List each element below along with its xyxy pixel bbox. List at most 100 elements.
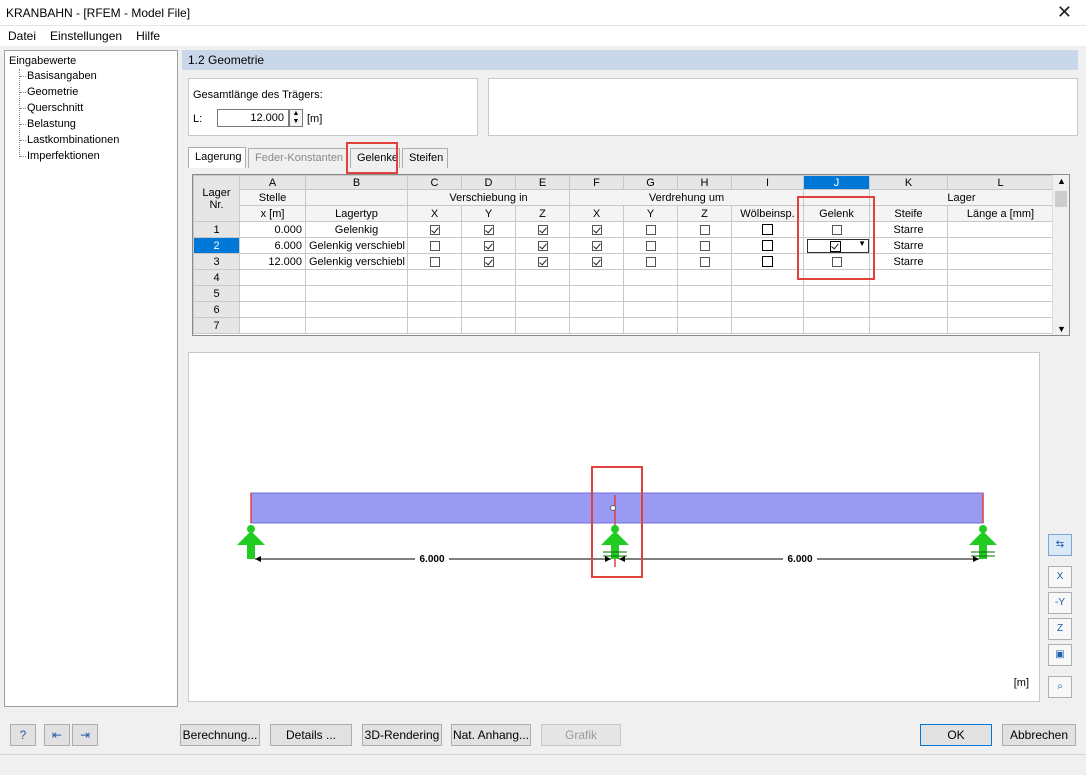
- cell-stelle[interactable]: 0.000: [239, 221, 306, 238]
- close-icon[interactable]: ✕: [1057, 2, 1072, 23]
- cell-rz[interactable]: [677, 237, 732, 254]
- cell-laenge[interactable]: [947, 221, 1054, 238]
- nav-item-basisangaben[interactable]: Basisangaben: [27, 70, 97, 82]
- cell-woelb[interactable]: [731, 221, 804, 238]
- cell-steife[interactable]: Starre: [869, 253, 948, 270]
- cell-ry[interactable]: [623, 285, 678, 302]
- cell-vy[interactable]: [461, 221, 516, 238]
- col-letter[interactable]: C: [407, 175, 462, 190]
- cell-vz[interactable]: [515, 285, 570, 302]
- cell-rx[interactable]: [569, 269, 624, 286]
- cell-lagertyp[interactable]: [305, 317, 408, 334]
- cell-rz[interactable]: [677, 317, 732, 334]
- ok-button[interactable]: OK: [920, 724, 992, 746]
- checkbox-rx[interactable]: [591, 256, 602, 267]
- cell-steife[interactable]: [869, 317, 948, 334]
- col-letter[interactable]: A: [239, 175, 306, 190]
- checkbox-vy[interactable]: [483, 256, 494, 267]
- cell-laenge[interactable]: [947, 301, 1054, 318]
- checkbox-rz[interactable]: [699, 256, 710, 267]
- cell-vz[interactable]: [515, 317, 570, 334]
- table-row[interactable]: 7: [193, 317, 1054, 334]
- cell-vx[interactable]: [407, 237, 462, 254]
- checkbox-vx[interactable]: [429, 256, 440, 267]
- tab-steifen[interactable]: Steifen: [402, 148, 448, 168]
- row-number[interactable]: 1: [193, 221, 240, 238]
- cell-laenge[interactable]: [947, 237, 1054, 254]
- checkbox-rz[interactable]: [699, 240, 710, 251]
- iso-view-icon[interactable]: ▣: [1048, 644, 1072, 666]
- col-letter-selected[interactable]: J: [803, 175, 870, 190]
- checkbox-woelb[interactable]: [762, 256, 773, 268]
- cell-rx[interactable]: [569, 317, 624, 334]
- col-letter[interactable]: I: [731, 175, 804, 190]
- row-number[interactable]: 3: [193, 253, 240, 270]
- checkbox-vx[interactable]: [429, 240, 440, 251]
- row-number[interactable]: 7: [193, 317, 240, 334]
- cell-lagertyp[interactable]: [305, 285, 408, 302]
- cell-ry[interactable]: [623, 221, 678, 238]
- x-view-icon[interactable]: ⇆: [1048, 534, 1072, 556]
- checkbox-vz[interactable]: [537, 240, 548, 251]
- cell-ry[interactable]: [623, 317, 678, 334]
- cell-vx[interactable]: [407, 253, 462, 270]
- cell-rx[interactable]: [569, 253, 624, 270]
- cell-vz[interactable]: [515, 269, 570, 286]
- col-letter[interactable]: F: [569, 175, 624, 190]
- cell-rx[interactable]: [569, 237, 624, 254]
- cell-vy[interactable]: [461, 285, 516, 302]
- cell-stelle[interactable]: [239, 285, 306, 302]
- table-row[interactable]: 4: [193, 269, 1054, 286]
- abbrechen-button[interactable]: Abbrechen: [1002, 724, 1076, 746]
- checkbox-rx[interactable]: [591, 240, 602, 251]
- cell-steife[interactable]: Starre: [869, 221, 948, 238]
- cell-woelb[interactable]: [731, 253, 804, 270]
- cell-laenge[interactable]: [947, 285, 1054, 302]
- cell-vx[interactable]: [407, 301, 462, 318]
- cell-stelle[interactable]: 12.000: [239, 253, 306, 270]
- cell-lagertyp[interactable]: Gelenkig verschiebl: [305, 237, 408, 254]
- row-number[interactable]: 2: [193, 237, 240, 254]
- cell-woelb[interactable]: [731, 317, 804, 334]
- cell-vx[interactable]: [407, 317, 462, 334]
- cell-ry[interactable]: [623, 301, 678, 318]
- cell-vz[interactable]: [515, 253, 570, 270]
- cell-ry[interactable]: [623, 253, 678, 270]
- row-number[interactable]: 6: [193, 301, 240, 318]
- view-y-icon[interactable]: -Y: [1048, 592, 1072, 614]
- checkbox-ry[interactable]: [645, 256, 656, 267]
- cell-rx[interactable]: [569, 301, 624, 318]
- table-row[interactable]: 1 0.000 Gelenkig Starre: [193, 221, 1054, 238]
- col-letter[interactable]: B: [305, 175, 408, 190]
- nav-item-querschnitt[interactable]: Querschnitt: [27, 102, 83, 114]
- cell-gelenk[interactable]: [803, 317, 870, 334]
- zoom-reset-icon[interactable]: ⌕: [1048, 676, 1072, 698]
- cell-rz[interactable]: [677, 253, 732, 270]
- details-button[interactable]: Details ...: [270, 724, 352, 746]
- col-letter[interactable]: E: [515, 175, 570, 190]
- checkbox-ry[interactable]: [645, 240, 656, 251]
- import-icon[interactable]: ⇤: [44, 724, 70, 746]
- checkbox-vy[interactable]: [483, 224, 494, 235]
- cell-laenge[interactable]: [947, 253, 1054, 270]
- checkbox-ry[interactable]: [645, 224, 656, 235]
- checkbox-rz[interactable]: [699, 224, 710, 235]
- nav-root-eingabewerte[interactable]: Eingabewerte: [9, 55, 76, 67]
- checkbox-woelb[interactable]: [762, 224, 773, 236]
- checkbox-vx[interactable]: [429, 224, 440, 235]
- cell-woelb[interactable]: [731, 301, 804, 318]
- cell-vy[interactable]: [461, 253, 516, 270]
- cell-vz[interactable]: [515, 301, 570, 318]
- checkbox-woelb[interactable]: [762, 240, 773, 252]
- cell-woelb[interactable]: [731, 237, 804, 254]
- cell-rx[interactable]: [569, 285, 624, 302]
- tab-lagerung[interactable]: Lagerung: [188, 147, 246, 168]
- table-row[interactable]: 2 6.000 Gelenkig verschiebl ▼ Starre: [193, 237, 1054, 254]
- scroll-down-icon[interactable]: ▼: [1057, 324, 1066, 334]
- cell-stelle[interactable]: 6.000: [239, 237, 306, 254]
- checkbox-vz[interactable]: [537, 224, 548, 235]
- checkbox-vz[interactable]: [537, 256, 548, 267]
- cell-vy[interactable]: [461, 269, 516, 286]
- col-letter[interactable]: K: [869, 175, 948, 190]
- cell-vy[interactable]: [461, 237, 516, 254]
